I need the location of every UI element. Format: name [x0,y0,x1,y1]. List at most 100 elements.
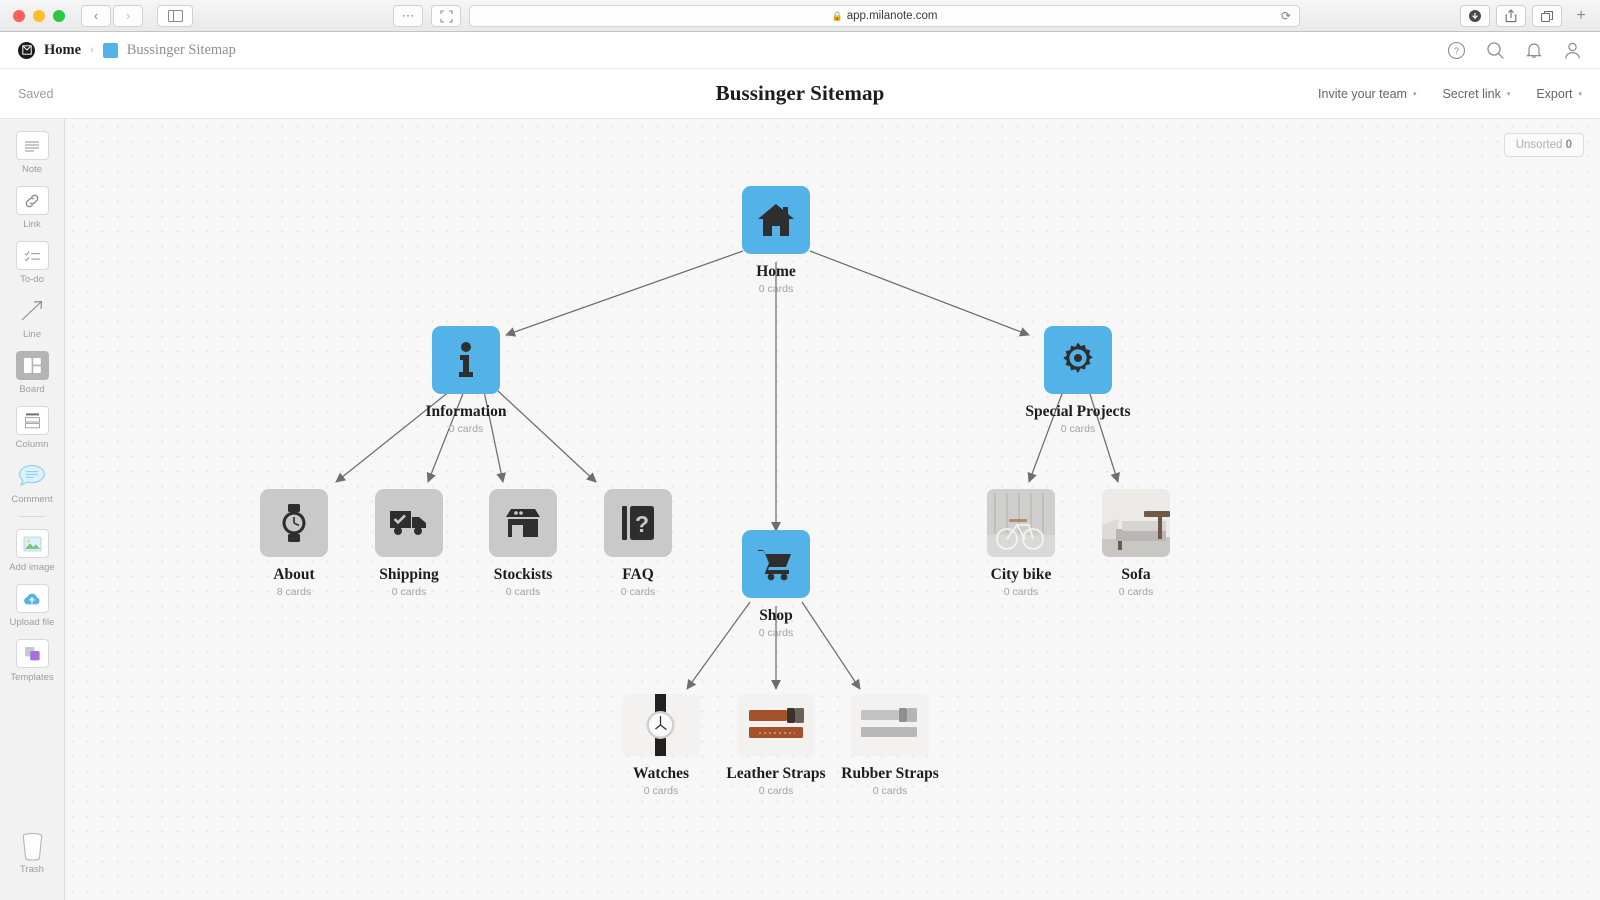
node-label-watches: Watches [633,765,689,782]
board-node-rubber-straps[interactable]: Rubber Straps 0 cards [815,694,965,797]
node-label-information: Information [425,403,507,420]
search-icon[interactable] [1486,41,1505,60]
watch-photo [622,694,700,756]
board-header: Saved Bussinger Sitemap Invite your team… [0,69,1600,119]
node-count-stockists: 0 cards [505,586,541,598]
download-icon[interactable] [1460,5,1490,27]
sidebar-item-trash[interactable]: Trash [0,831,64,875]
sidebar-item-upload-file[interactable]: Upload file [0,584,64,628]
watch-icon [260,489,328,557]
sidebar-label-note: Note [21,164,43,175]
milanote-logo-icon[interactable] [18,41,35,59]
leather-strap-photo [737,694,815,756]
sidebar-item-comment[interactable]: Comment [0,461,64,505]
sidebar-label-add-image: Add image [9,562,55,573]
image-icon [15,529,49,558]
node-count-rubber-straps: 0 cards [872,785,908,797]
node-label-home: Home [756,263,796,280]
faq-book-icon: ? [604,489,672,557]
chevron-down-icon: ▾ [1506,90,1511,98]
node-count-information: 0 cards [448,423,484,435]
board-node-shop[interactable]: Shop 0 cards [701,530,851,639]
board-node-information[interactable]: Information 0 cards [391,326,541,435]
invite-team-menu[interactable]: Invite your team ▾ [1318,87,1416,101]
extensions-icon[interactable]: ⋯ [393,5,423,27]
sidebar-label-todo: To-do [20,274,44,285]
column-icon [15,406,49,435]
todo-icon [15,241,49,270]
sidebar-item-line[interactable]: Line [0,296,64,340]
node-count-about: 8 cards [276,586,312,598]
sidebar-item-todo[interactable]: To-do [0,241,64,285]
board-canvas[interactable]: Unsorted 0 Home 0 cards Information 0 ca… [65,119,1600,900]
tab-overview-icon[interactable] [1532,5,1562,27]
node-label-shop: Shop [759,607,793,624]
cart-icon [742,530,810,598]
board-node-special-projects[interactable]: Special Projects 0 cards [1003,326,1153,435]
node-label-city-bike: City bike [990,566,1052,583]
minimize-window-button[interactable] [33,9,45,22]
workspace: Note Link To-do Line Board Column Commen… [0,119,1600,900]
breadcrumb-trail: Home › Bussinger Sitemap [18,41,236,59]
sidebar-label-column: Column [15,439,49,450]
browser-chrome: ‹ › ⋯ 🔒 app.milanote.com ⟳ + [0,0,1600,32]
sidebar-item-note[interactable]: Note [0,131,64,175]
node-label-shipping: Shipping [379,566,439,583]
notifications-bell-icon[interactable] [1525,41,1543,60]
store-icon [489,489,557,557]
address-zone: ⋯ 🔒 app.milanote.com ⟳ [393,5,1300,27]
board-node-faq[interactable]: ? FAQ 0 cards [563,489,713,598]
node-count-faq: 0 cards [620,586,656,598]
secret-link-label: Secret link [1442,86,1501,101]
sofa-photo [1102,489,1170,557]
sidebar-divider [19,516,45,517]
board-node-home[interactable]: Home 0 cards [701,186,851,295]
sidebar-item-column[interactable]: Column [0,406,64,450]
maximize-window-button[interactable] [53,9,65,22]
url-bar[interactable]: 🔒 app.milanote.com ⟳ [469,5,1300,27]
node-label-faq: FAQ [622,566,654,583]
close-window-button[interactable] [13,9,25,22]
expand-icon[interactable] [431,5,461,27]
node-count-special-projects: 0 cards [1060,423,1096,435]
account-avatar-icon[interactable] [1563,41,1582,60]
share-icon[interactable] [1496,5,1526,27]
sidebar-item-link[interactable]: Link [0,186,64,230]
breadcrumb-board-title[interactable]: Bussinger Sitemap [127,42,236,59]
rubber-strap-photo [851,694,929,756]
node-count-shipping: 0 cards [391,586,427,598]
sidebar-label-templates: Templates [10,672,54,683]
back-button[interactable]: ‹ [81,4,111,27]
templates-icon [15,639,49,668]
sidebar-label-upload-file: Upload file [9,617,55,628]
board-node-sofa[interactable]: Sofa 0 cards [1061,489,1211,598]
export-menu[interactable]: Export ▾ [1536,87,1582,101]
info-icon [432,326,500,394]
sidebar-item-board[interactable]: Board [0,351,64,395]
board-color-swatch [102,42,118,58]
node-label-about: About [273,566,315,583]
truck-icon [375,489,443,557]
breadcrumb-actions: ? [1447,41,1582,60]
sidebar-item-add-image[interactable]: Add image [0,529,64,573]
node-count-watches: 0 cards [643,785,679,797]
invite-team-label: Invite your team [1318,86,1407,101]
help-icon[interactable]: ? [1447,41,1466,60]
forward-button[interactable]: › [113,4,143,27]
upload-cloud-icon [15,584,49,613]
breadcrumb-home-link[interactable]: Home [44,42,81,59]
gear-icon [1044,326,1112,394]
board-icon [15,351,49,380]
sidebar-item-templates[interactable]: Templates [0,639,64,683]
new-tab-button[interactable]: + [1568,5,1594,27]
sidebar-label-comment: Comment [11,494,53,505]
node-label-stockists: Stockists [493,566,553,583]
breadcrumb: Home › Bussinger Sitemap ? [0,32,1600,69]
secret-link-menu[interactable]: Secret link ▾ [1442,87,1510,101]
note-icon [15,131,49,160]
line-arrow-icon [16,296,49,325]
reload-icon[interactable]: ⟳ [1281,9,1291,23]
sidebar-label-link: Link [23,219,41,230]
sidebar-toggle-icon[interactable] [157,4,193,27]
bicycle-photo [987,489,1055,557]
